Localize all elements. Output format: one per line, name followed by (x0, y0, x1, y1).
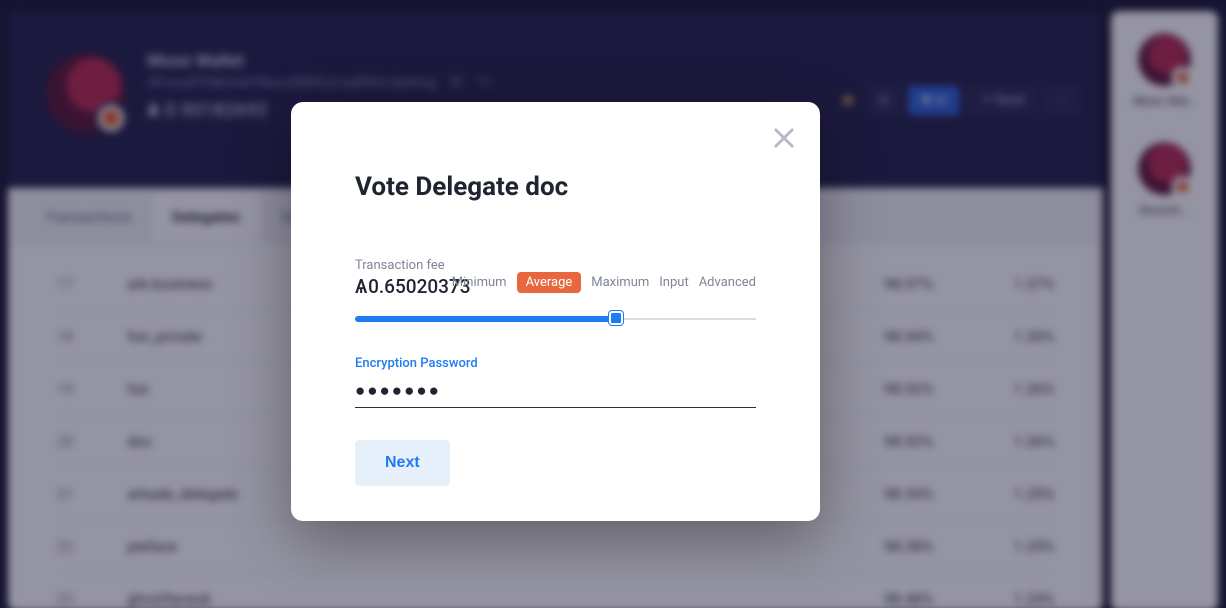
slider-fill (355, 316, 616, 322)
password-block: Encryption Password (355, 356, 756, 408)
modal-title: Vote Delegate doc (355, 172, 756, 202)
vote-delegate-modal: Vote Delegate doc Transaction fee 0.6502… (291, 102, 820, 521)
fee-option-advanced[interactable]: Advanced (699, 275, 756, 290)
fee-option-maximum[interactable]: Maximum (591, 275, 649, 290)
fee-option-input[interactable]: Input (659, 275, 688, 290)
close-icon (770, 124, 798, 152)
password-input[interactable] (355, 375, 756, 408)
fee-option-minimum[interactable]: Minimum (452, 275, 507, 290)
close-button[interactable] (770, 124, 798, 152)
next-button[interactable]: Next (355, 440, 450, 486)
fee-option-average[interactable]: Average (517, 272, 582, 293)
fee-block: Transaction fee 0.65020373 Minimum Avera… (355, 258, 756, 326)
fee-slider[interactable] (355, 312, 756, 326)
fee-options: Minimum Average Maximum Input Advanced (452, 272, 756, 293)
password-label: Encryption Password (355, 356, 756, 371)
slider-handle[interactable] (609, 311, 623, 325)
fee-label: Transaction fee (355, 258, 756, 273)
